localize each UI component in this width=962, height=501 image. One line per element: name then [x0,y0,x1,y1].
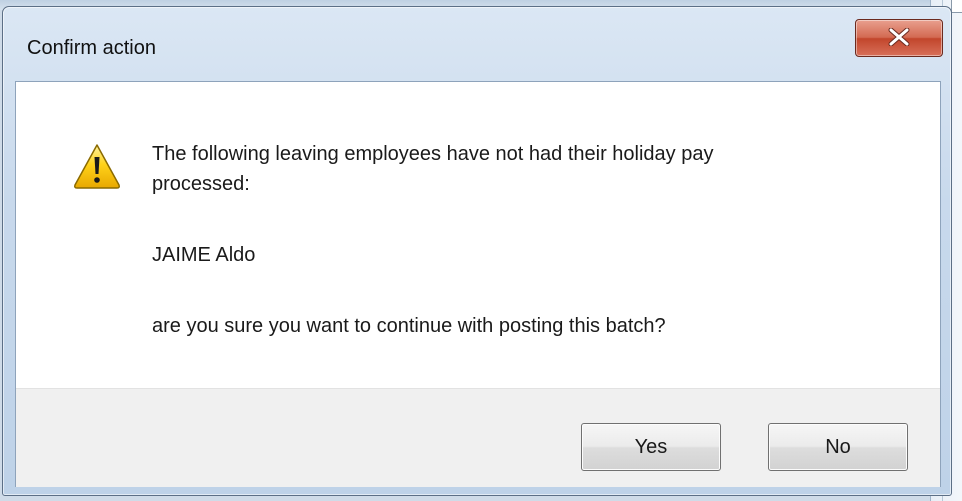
message-line-2: processed: [152,173,250,195]
employee-name: JAIME Aldo [152,244,256,266]
dialog-title: Confirm action [27,37,156,59]
yes-button[interactable]: Yes [581,423,721,471]
message-line-1: The following leaving employees have not… [152,143,714,165]
close-x-icon [888,28,910,46]
no-button[interactable]: No [768,423,908,471]
message-area: The following leaving employees have not… [16,82,940,388]
confirmation-question: are you sure you want to continue with p… [152,315,666,337]
dialog-client-area: The following leaving employees have not… [15,81,941,487]
dialog-title-bar[interactable]: Confirm action [3,7,951,81]
background-control [951,0,962,13]
button-bar: Yes No [16,388,940,487]
close-button[interactable] [855,19,943,57]
warning-triangle-icon [74,144,120,189]
confirm-dialog: Confirm action The following leaving emp… [2,6,952,496]
